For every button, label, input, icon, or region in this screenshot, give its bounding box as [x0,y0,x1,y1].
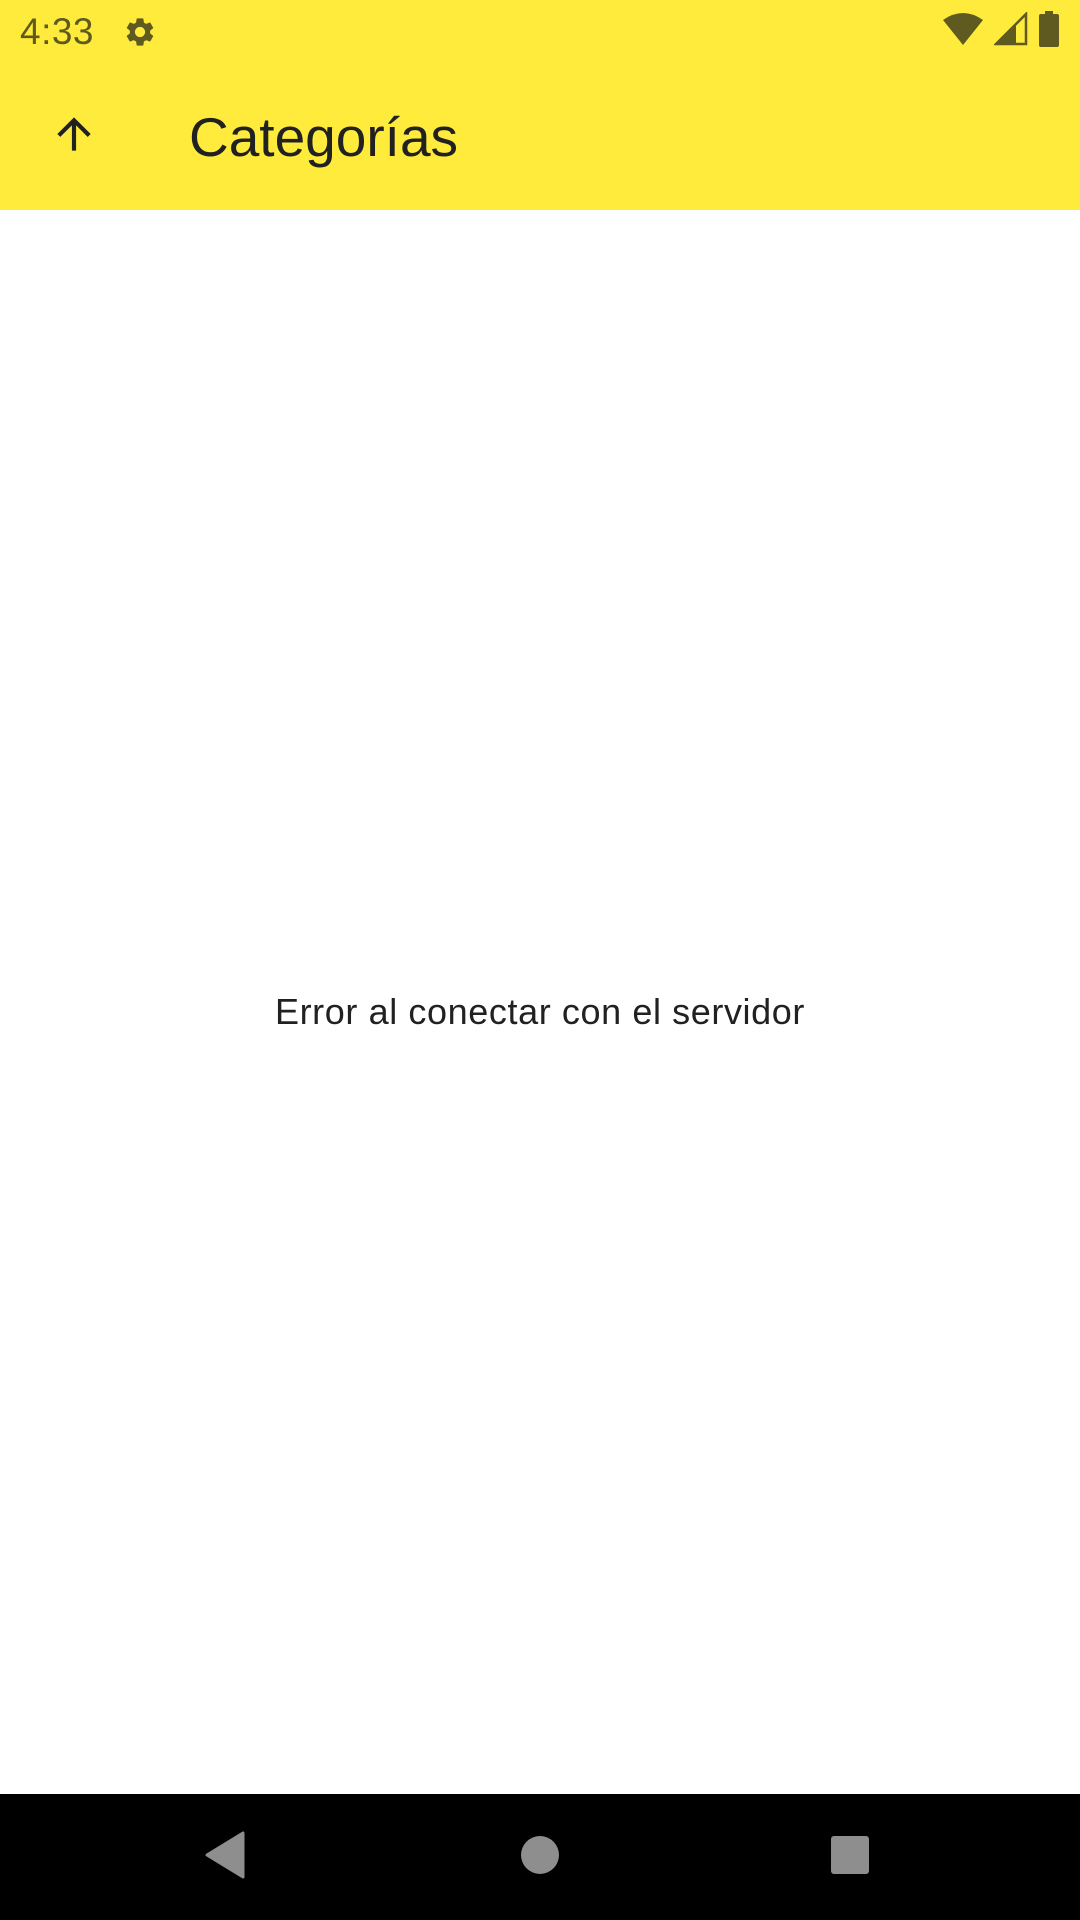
wifi-icon [942,12,984,51]
status-time: 4:33 [20,10,95,52]
cell-signal-icon [992,10,1028,51]
status-indicators [942,10,1060,52]
error-message: Error al conectar con el servidor [274,991,805,1032]
main-content: Error al conectar con el servidor [0,210,1080,1794]
recents-button[interactable] [787,1794,913,1920]
arrow-up-icon [49,109,99,164]
home-icon [520,1835,560,1880]
home-button[interactable] [477,1794,603,1920]
settings-icon [122,14,158,50]
page-title: Categorías [189,105,459,168]
up-button[interactable] [0,63,147,210]
recents-icon [830,1835,870,1880]
battery-icon [1038,11,1060,52]
navigation-bar [0,1794,1080,1920]
back-button[interactable] [162,1794,288,1920]
app-bar: Categorías [0,63,1080,210]
status-bar: 4:33 [0,0,1080,63]
screen: 4:33 Categorías Error al conectar con el… [0,0,1080,1920]
back-icon [203,1831,247,1884]
